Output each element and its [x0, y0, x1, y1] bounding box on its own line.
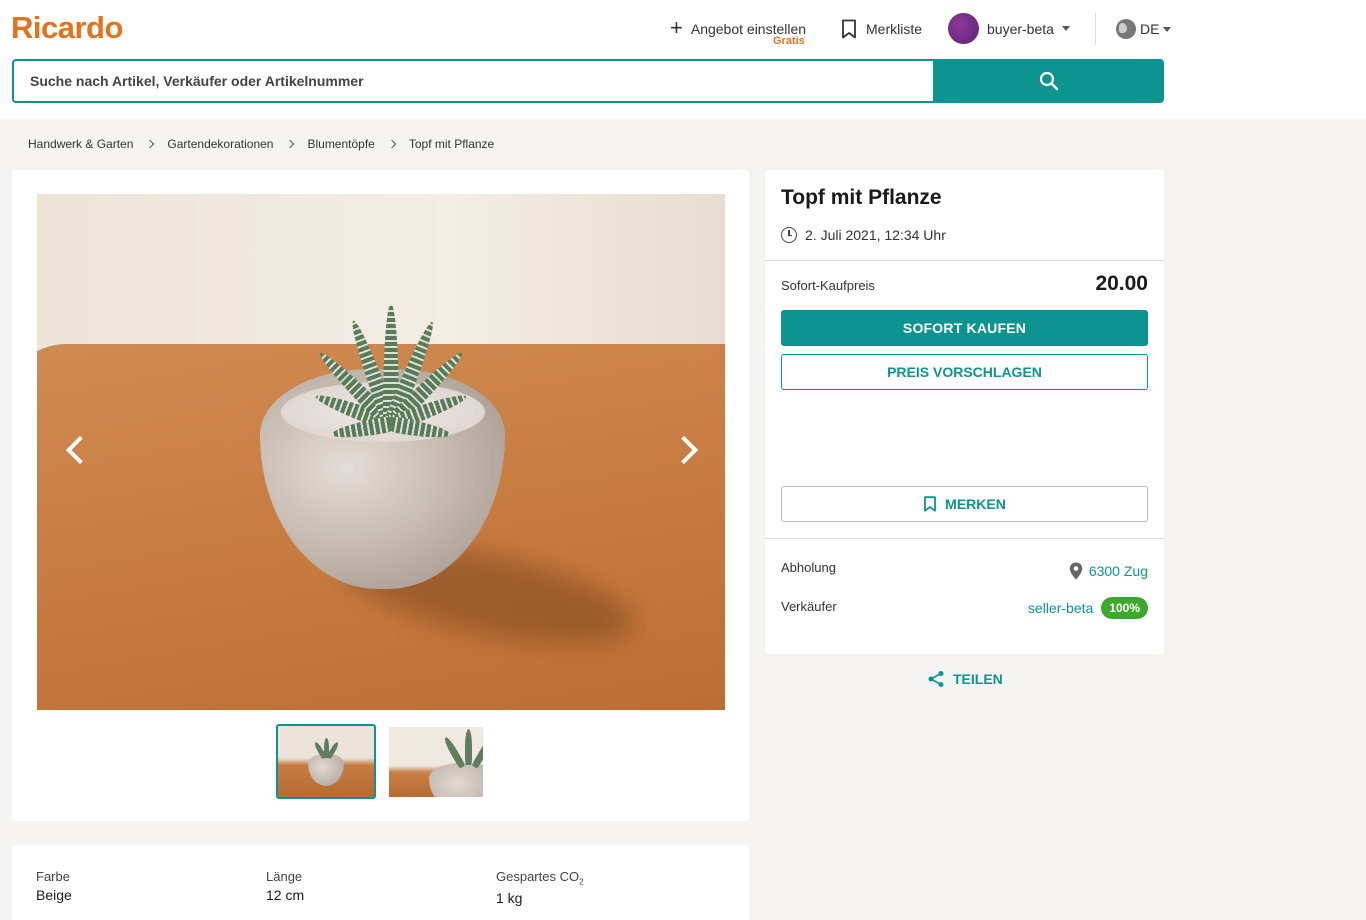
attribute-label-text: Gespartes CO: [496, 869, 580, 884]
attribute-label: Gespartes CO2: [496, 869, 584, 887]
chevron-down-icon: [1163, 26, 1172, 32]
search-input[interactable]: [12, 59, 933, 103]
breadcrumb-item[interactable]: Gartendekorationen: [167, 137, 273, 151]
username: buyer-beta: [987, 20, 1054, 37]
seller-rating-badge: 100%: [1101, 597, 1148, 619]
watch-button[interactable]: MERKEN: [781, 486, 1148, 522]
chevron-right-icon: [286, 139, 295, 149]
chevron-down-icon: [1061, 26, 1070, 31]
thumbnail-leaf: [465, 729, 472, 765]
language-selector[interactable]: DE: [1116, 19, 1172, 39]
attribute-value: 1 kg: [496, 889, 523, 906]
succulent-plant: [313, 304, 469, 444]
avatar: [948, 13, 979, 44]
chevron-right-icon: [146, 139, 155, 149]
attribute-label-sub: 2: [579, 877, 584, 887]
bookmark-icon: [842, 19, 856, 39]
attribute-co2: Gespartes CO2 1 kg: [496, 869, 584, 906]
attribute-value: 12 cm: [266, 887, 305, 903]
purchase-panel: Topf mit Pflanze 2. Juli 2021, 12:34 Uhr…: [765, 170, 1164, 654]
attribute-label: Farbe: [36, 869, 70, 884]
site-header: Ricardo + Angebot einstellen Gratis Merk…: [0, 0, 1366, 119]
end-date-text: 2. Juli 2021, 12:34 Uhr: [805, 227, 946, 243]
location-pin-icon: [1069, 562, 1083, 580]
watchlist-label: Merkliste: [866, 21, 923, 37]
user-menu[interactable]: buyer-beta: [948, 13, 1070, 44]
attribute-color: Farbe Beige: [36, 869, 72, 903]
breadcrumb: Handwerk & Garten Gartendekorationen Blu…: [28, 137, 494, 151]
seller-label: Verkäufer: [781, 599, 837, 614]
ricardo-logo[interactable]: Ricardo: [11, 10, 123, 46]
chevron-right-icon: [387, 139, 397, 149]
divider: [765, 260, 1164, 261]
seller-link[interactable]: seller-beta 100%: [1028, 597, 1148, 619]
suggest-price-label: PREIS VORSCHLAGEN: [887, 364, 1042, 380]
attribute-value: Beige: [36, 887, 72, 903]
watchlist-link[interactable]: Merkliste: [840, 19, 922, 39]
watch-label: MERKEN: [945, 496, 1006, 512]
breadcrumb-item[interactable]: Blumentöpfe: [307, 137, 374, 151]
thumbnail-pot: [308, 754, 344, 786]
search-bar: [12, 59, 1164, 103]
share-icon: [928, 671, 944, 687]
end-date: 2. Juli 2021, 12:34 Uhr: [781, 227, 946, 243]
price-label: Sofort-Kaufpreis: [781, 278, 875, 293]
main-product-image[interactable]: [37, 194, 725, 710]
pickup-location: 6300 Zug: [1088, 563, 1148, 579]
attribute-length: Länge 12 cm: [266, 869, 304, 903]
search-button[interactable]: [933, 59, 1164, 103]
clock-icon: [781, 227, 797, 243]
product-attributes: Farbe Beige Länge 12 cm Gespartes CO2 1 …: [12, 845, 749, 920]
share-button[interactable]: TEILEN: [927, 670, 1003, 688]
share-label: TEILEN: [953, 671, 1003, 687]
image-gallery: [12, 170, 749, 821]
pickup-location-link[interactable]: 6300 Zug: [1069, 562, 1148, 580]
search-icon: [1039, 71, 1058, 91]
thumbnail-2[interactable]: [389, 727, 483, 797]
plus-icon: +: [670, 15, 683, 40]
product-title: Topf mit Pflanze: [781, 186, 942, 209]
pickup-label: Abholung: [781, 560, 836, 575]
breadcrumb-item[interactable]: Handwerk & Garten: [28, 137, 133, 151]
buy-now-button[interactable]: SOFORT KAUFEN: [781, 310, 1148, 346]
seller-name: seller-beta: [1027, 600, 1094, 616]
language-label: DE: [1140, 21, 1160, 37]
breadcrumb-current: Topf mit Pflanze: [408, 137, 495, 151]
divider: [1095, 13, 1096, 45]
sell-free-note: Gratis: [773, 35, 805, 47]
suggest-price-button[interactable]: PREIS VORSCHLAGEN: [781, 354, 1148, 390]
divider: [765, 538, 1164, 539]
globe-icon: [1116, 19, 1136, 39]
attribute-label: Länge: [266, 869, 303, 884]
bookmark-icon: [924, 496, 937, 512]
thumbnail-pot: [429, 763, 483, 797]
price-value: 20.00: [1095, 272, 1148, 295]
thumbnail-1[interactable]: [276, 724, 376, 799]
